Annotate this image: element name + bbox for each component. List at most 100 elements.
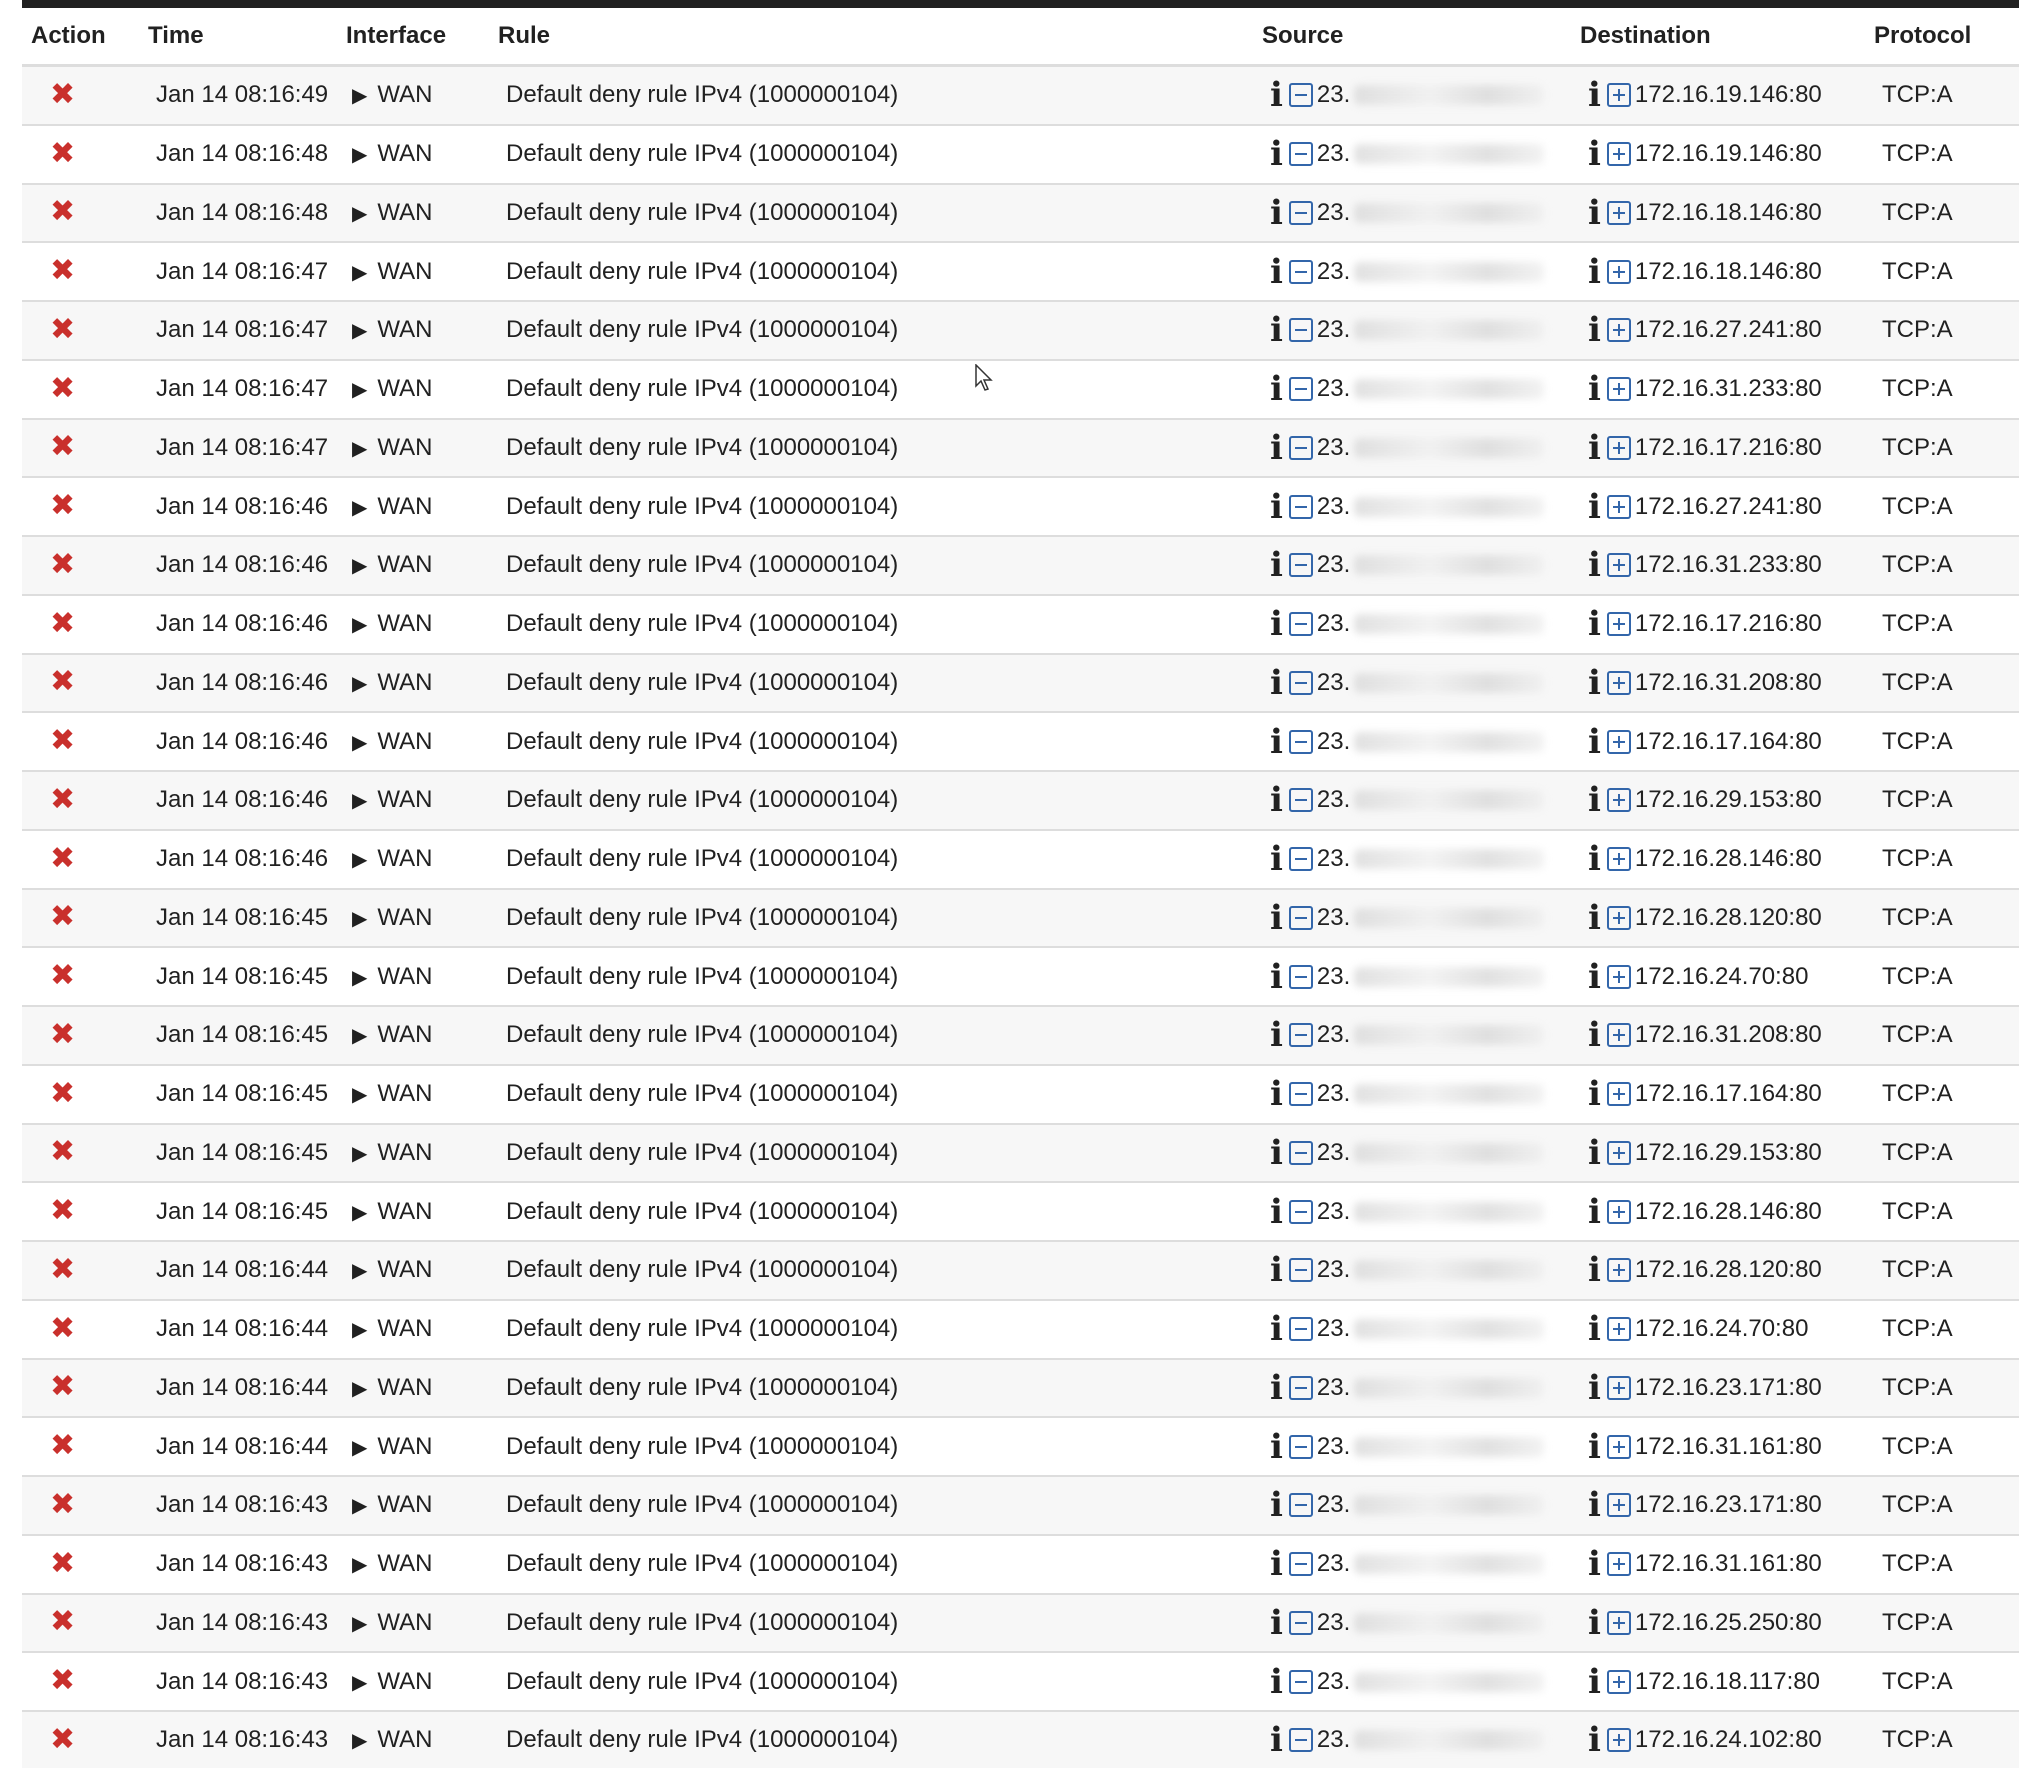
info-icon[interactable]: i <box>1270 1547 1283 1581</box>
rule-cell[interactable]: Default deny rule IPv4 (1000000104) <box>498 316 1262 344</box>
rule-cell[interactable]: Default deny rule IPv4 (1000000104) <box>498 1198 1262 1226</box>
minus-box-icon[interactable] <box>1288 1258 1313 1283</box>
plus-box-icon[interactable] <box>1606 1728 1631 1753</box>
rule-cell[interactable]: Default deny rule IPv4 (1000000104) <box>498 963 1262 991</box>
plus-box-icon[interactable] <box>1606 1669 1631 1694</box>
rule-cell[interactable]: Default deny rule IPv4 (1000000104) <box>498 1668 1262 1696</box>
block-icon[interactable]: ✖ <box>50 314 75 345</box>
header-time[interactable]: Time <box>148 22 346 50</box>
info-icon[interactable]: i <box>1588 607 1601 641</box>
minus-box-icon[interactable] <box>1288 964 1313 989</box>
plus-box-icon[interactable] <box>1606 142 1631 167</box>
plus-box-icon[interactable] <box>1606 1082 1631 1107</box>
info-icon[interactable]: i <box>1588 1077 1601 1111</box>
block-icon[interactable]: ✖ <box>50 1724 75 1755</box>
minus-box-icon[interactable] <box>1288 905 1313 930</box>
minus-box-icon[interactable] <box>1288 1552 1313 1577</box>
rule-cell[interactable]: Default deny rule IPv4 (1000000104) <box>498 669 1262 697</box>
minus-box-icon[interactable] <box>1288 142 1313 167</box>
rule-cell[interactable]: Default deny rule IPv4 (1000000104) <box>498 1139 1262 1167</box>
plus-box-icon[interactable] <box>1606 670 1631 695</box>
info-icon[interactable]: i <box>1270 901 1283 935</box>
rule-cell[interactable]: Default deny rule IPv4 (1000000104) <box>498 140 1262 168</box>
info-icon[interactable]: i <box>1588 1606 1601 1640</box>
block-icon[interactable]: ✖ <box>50 256 75 286</box>
rule-cell[interactable]: Default deny rule IPv4 (1000000104) <box>498 1491 1262 1519</box>
minus-box-icon[interactable] <box>1288 377 1313 402</box>
plus-box-icon[interactable] <box>1606 1375 1631 1400</box>
minus-box-icon[interactable] <box>1288 1434 1313 1459</box>
plus-box-icon[interactable] <box>1606 553 1631 578</box>
block-icon[interactable]: ✖ <box>50 961 75 991</box>
rule-cell[interactable]: Default deny rule IPv4 (1000000104) <box>498 375 1262 403</box>
minus-box-icon[interactable] <box>1288 1375 1313 1400</box>
block-icon[interactable]: ✖ <box>50 902 75 932</box>
plus-box-icon[interactable] <box>1606 1023 1631 1048</box>
rule-cell[interactable]: Default deny rule IPv4 (1000000104) <box>498 728 1262 756</box>
block-icon[interactable]: ✖ <box>50 1431 75 1461</box>
info-icon[interactable]: i <box>1270 372 1283 406</box>
info-icon[interactable]: i <box>1270 1665 1283 1699</box>
minus-box-icon[interactable] <box>1288 729 1313 754</box>
info-icon[interactable]: i <box>1270 490 1283 524</box>
minus-box-icon[interactable] <box>1288 1610 1313 1635</box>
minus-box-icon[interactable] <box>1288 670 1313 695</box>
plus-box-icon[interactable] <box>1606 200 1631 225</box>
plus-box-icon[interactable] <box>1606 612 1631 637</box>
minus-box-icon[interactable] <box>1288 1140 1313 1165</box>
minus-box-icon[interactable] <box>1288 1023 1313 1048</box>
block-icon[interactable]: ✖ <box>50 491 75 521</box>
plus-box-icon[interactable] <box>1606 905 1631 930</box>
info-icon[interactable]: i <box>1270 1430 1283 1464</box>
info-icon[interactable]: i <box>1588 490 1601 524</box>
minus-box-icon[interactable] <box>1288 847 1313 872</box>
minus-box-icon[interactable] <box>1288 83 1313 108</box>
rule-cell[interactable]: Default deny rule IPv4 (1000000104) <box>498 1080 1262 1108</box>
block-icon[interactable]: ✖ <box>50 1372 75 1402</box>
plus-box-icon[interactable] <box>1606 435 1631 460</box>
info-icon[interactable]: i <box>1270 842 1283 876</box>
info-icon[interactable]: i <box>1588 1253 1601 1287</box>
plus-box-icon[interactable] <box>1606 729 1631 754</box>
info-icon[interactable]: i <box>1270 1195 1283 1229</box>
block-icon[interactable]: ✖ <box>50 1607 75 1637</box>
rule-cell[interactable]: Default deny rule IPv4 (1000000104) <box>498 1374 1262 1402</box>
minus-box-icon[interactable] <box>1288 1082 1313 1107</box>
header-protocol[interactable]: Protocol <box>1874 22 2019 50</box>
plus-box-icon[interactable] <box>1606 1434 1631 1459</box>
rule-cell[interactable]: Default deny rule IPv4 (1000000104) <box>498 1550 1262 1578</box>
block-icon[interactable]: ✖ <box>50 1078 75 1109</box>
info-icon[interactable]: i <box>1588 548 1601 582</box>
plus-box-icon[interactable] <box>1606 847 1631 872</box>
block-icon[interactable]: ✖ <box>50 843 75 874</box>
info-icon[interactable]: i <box>1270 1018 1283 1052</box>
info-icon[interactable]: i <box>1270 666 1283 700</box>
rule-cell[interactable]: Default deny rule IPv4 (1000000104) <box>498 434 1262 462</box>
block-icon[interactable]: ✖ <box>50 197 75 227</box>
info-icon[interactable]: i <box>1588 431 1601 465</box>
block-icon[interactable]: ✖ <box>50 1254 75 1285</box>
info-icon[interactable]: i <box>1588 1665 1601 1699</box>
info-icon[interactable]: i <box>1588 1723 1601 1757</box>
header-action[interactable]: Action <box>22 22 148 50</box>
plus-box-icon[interactable] <box>1606 1140 1631 1165</box>
info-icon[interactable]: i <box>1588 1488 1601 1522</box>
minus-box-icon[interactable] <box>1288 1317 1313 1342</box>
block-icon[interactable]: ✖ <box>50 1019 75 1050</box>
info-icon[interactable]: i <box>1270 960 1283 994</box>
info-icon[interactable]: i <box>1588 666 1601 700</box>
plus-box-icon[interactable] <box>1606 83 1631 108</box>
info-icon[interactable]: i <box>1588 1547 1601 1581</box>
info-icon[interactable]: i <box>1270 78 1283 112</box>
header-rule[interactable]: Rule <box>498 22 1262 50</box>
plus-box-icon[interactable] <box>1606 964 1631 989</box>
minus-box-icon[interactable] <box>1288 1493 1313 1518</box>
plus-box-icon[interactable] <box>1606 1493 1631 1518</box>
info-icon[interactable]: i <box>1270 1077 1283 1111</box>
minus-box-icon[interactable] <box>1288 612 1313 637</box>
rule-cell[interactable]: Default deny rule IPv4 (1000000104) <box>498 1315 1262 1343</box>
rule-cell[interactable]: Default deny rule IPv4 (1000000104) <box>498 1609 1262 1637</box>
rule-cell[interactable]: Default deny rule IPv4 (1000000104) <box>498 199 1262 227</box>
block-icon[interactable]: ✖ <box>50 549 75 580</box>
plus-box-icon[interactable] <box>1606 1258 1631 1283</box>
